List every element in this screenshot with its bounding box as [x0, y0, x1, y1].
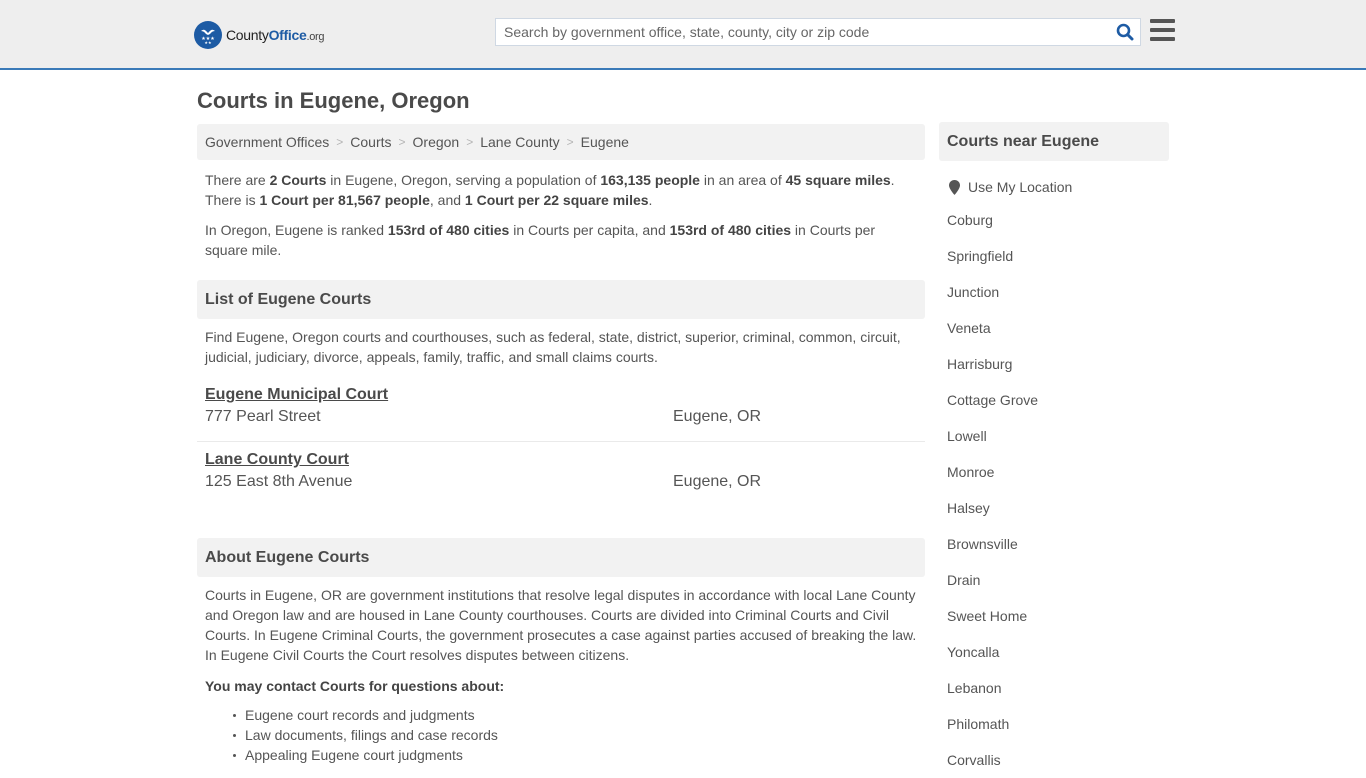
- use-my-location-link[interactable]: Use My Location: [968, 179, 1072, 195]
- city-link-yoncalla[interactable]: Yoncalla: [947, 644, 999, 660]
- site-header: ★★★ ★★ CountyOffice.org: [0, 0, 1366, 70]
- list-item: Eugene court records and judgments: [233, 705, 925, 725]
- search-button[interactable]: [1110, 19, 1140, 45]
- court-name-link[interactable]: Lane County Court: [205, 451, 349, 469]
- nearby-cities-list: Coburg Springfield Junction Veneta Harri…: [939, 202, 1169, 778]
- list-item: Drain: [947, 562, 1169, 598]
- city-link-halsey[interactable]: Halsey: [947, 500, 990, 516]
- sidebar-heading: Courts near Eugene: [939, 122, 1169, 161]
- breadcrumb-separator: >: [466, 135, 474, 149]
- city-link-lowell[interactable]: Lowell: [947, 428, 987, 444]
- city-link-cottage-grove[interactable]: Cottage Grove: [947, 392, 1038, 408]
- breadcrumb-separator: >: [398, 135, 406, 149]
- city-link-monroe[interactable]: Monroe: [947, 464, 994, 480]
- list-item: Lebanon: [947, 670, 1169, 706]
- use-location-row: Use My Location: [939, 179, 1169, 195]
- court-address: 125 East 8th Avenue: [205, 473, 353, 490]
- breadcrumb-lane-county[interactable]: Lane County: [480, 134, 559, 150]
- court-address: 777 Pearl Street: [205, 408, 321, 425]
- menu-bar-icon: [1150, 19, 1175, 23]
- city-link-sweet-home[interactable]: Sweet Home: [947, 608, 1027, 624]
- court-listing: Lane County Court 125 East 8th Avenue Eu…: [197, 451, 925, 491]
- search-bar: [495, 18, 1141, 46]
- court-city: Eugene, OR: [673, 473, 762, 490]
- city-link-coburg[interactable]: Coburg: [947, 212, 993, 228]
- court-listing: Eugene Municipal Court 777 Pearl Street …: [197, 386, 925, 426]
- list-section-intro: Find Eugene, Oregon courts and courthous…: [205, 329, 901, 365]
- search-input[interactable]: [496, 19, 1110, 45]
- list-section-heading: List of Eugene Courts: [197, 280, 925, 319]
- site-logo[interactable]: ★★★ ★★ CountyOffice.org: [194, 21, 325, 49]
- court-city: Eugene, OR: [673, 408, 762, 425]
- logo-wordmark: CountyOffice.org: [226, 27, 325, 43]
- about-section-heading: About Eugene Courts: [197, 538, 925, 577]
- breadcrumb-separator: >: [566, 135, 574, 149]
- city-link-corvallis[interactable]: Corvallis: [947, 752, 1001, 768]
- contact-heading: You may contact Courts for questions abo…: [205, 678, 505, 694]
- city-link-springfield[interactable]: Springfield: [947, 248, 1013, 264]
- list-item: Yoncalla: [947, 634, 1169, 670]
- map-pin-icon: [949, 179, 960, 195]
- list-item: Springfield: [947, 238, 1169, 274]
- list-item: Monroe: [947, 454, 1169, 490]
- list-item: Cottage Grove: [947, 382, 1169, 418]
- city-link-veneta[interactable]: Veneta: [947, 320, 991, 336]
- search-icon: [1116, 23, 1134, 41]
- sidebar-nearby-courts: Courts near Eugene Use My Location Cobur…: [939, 122, 1169, 778]
- about-section-body: Courts in Eugene, OR are government inst…: [205, 587, 917, 663]
- list-item: Coburg: [947, 202, 1169, 238]
- contact-topics-list: Eugene court records and judgments Law d…: [197, 705, 925, 765]
- court-name-link[interactable]: Eugene Municipal Court: [205, 386, 388, 404]
- eagle-stars-logo-icon: ★★★ ★★: [194, 21, 222, 49]
- list-item: Brownsville: [947, 526, 1169, 562]
- list-item: Corvallis: [947, 742, 1169, 778]
- hamburger-menu-button[interactable]: [1150, 19, 1175, 41]
- city-link-lebanon[interactable]: Lebanon: [947, 680, 1002, 696]
- list-item: Sweet Home: [947, 598, 1169, 634]
- list-item: Lowell: [947, 418, 1169, 454]
- list-item: Junction: [947, 274, 1169, 310]
- list-item: Law documents, filings and case records: [233, 725, 925, 745]
- svg-text:★★: ★★: [204, 40, 212, 45]
- breadcrumb-government-offices[interactable]: Government Offices: [205, 134, 329, 150]
- list-item: Appealing Eugene court judgments: [233, 745, 925, 765]
- list-item: Harrisburg: [947, 346, 1169, 382]
- menu-bar-icon: [1150, 37, 1175, 41]
- list-item: Halsey: [947, 490, 1169, 526]
- city-link-brownsville[interactable]: Brownsville: [947, 536, 1018, 552]
- list-item: Veneta: [947, 310, 1169, 346]
- summary-ranking: In Oregon, Eugene is ranked 153rd of 480…: [205, 222, 876, 258]
- breadcrumb: Government Offices > Courts > Oregon > L…: [197, 124, 925, 160]
- main-content: Government Offices > Courts > Oregon > L…: [197, 124, 925, 763]
- city-link-philomath[interactable]: Philomath: [947, 716, 1009, 732]
- breadcrumb-courts[interactable]: Courts: [350, 134, 391, 150]
- breadcrumb-oregon[interactable]: Oregon: [413, 134, 460, 150]
- court-divider: [197, 441, 925, 442]
- page-title: Courts in Eugene, Oregon: [197, 88, 470, 113]
- city-link-junction[interactable]: Junction: [947, 284, 999, 300]
- city-link-drain[interactable]: Drain: [947, 572, 980, 588]
- summary-stats: There are 2 Courts in Eugene, Oregon, se…: [205, 172, 895, 208]
- list-item: Philomath: [947, 706, 1169, 742]
- city-link-harrisburg[interactable]: Harrisburg: [947, 356, 1012, 372]
- breadcrumb-eugene[interactable]: Eugene: [581, 134, 629, 150]
- menu-bar-icon: [1150, 28, 1175, 32]
- breadcrumb-separator: >: [336, 135, 344, 149]
